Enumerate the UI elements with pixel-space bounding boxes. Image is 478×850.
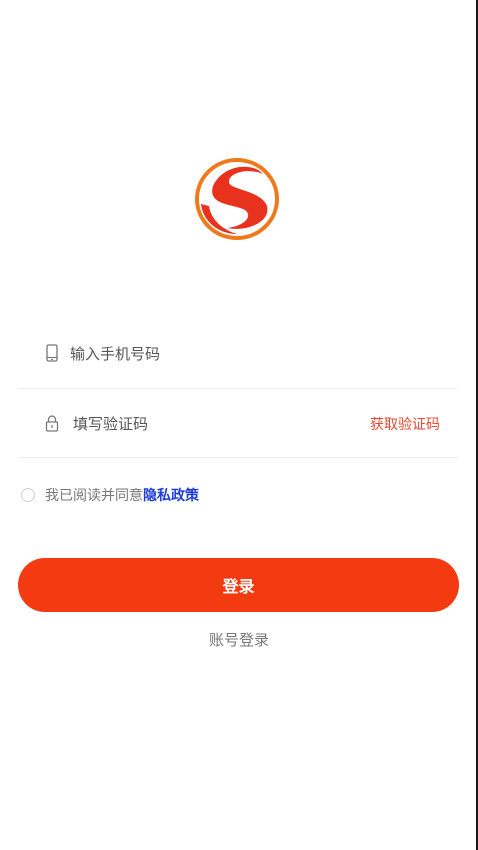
phone-input[interactable] (70, 340, 340, 368)
verification-code-input[interactable] (73, 410, 333, 438)
account-login-link[interactable]: 账号登录 (0, 629, 478, 650)
agreement-row: 我已阅读并同意 隐私政策 (21, 483, 199, 507)
divider (18, 388, 459, 389)
brand-s-logo-icon (193, 156, 281, 242)
get-code-button[interactable]: 获取验证码 (370, 414, 440, 434)
agree-checkbox[interactable] (21, 488, 35, 502)
lock-icon (45, 414, 59, 432)
login-button[interactable]: 登录 (18, 558, 459, 612)
agreement-text: 我已阅读并同意 (45, 488, 143, 504)
verification-code-field: 获取验证码 (18, 390, 459, 458)
phone-icon (45, 344, 59, 362)
privacy-policy-link[interactable]: 隐私政策 (143, 485, 199, 505)
phone-field (18, 320, 459, 388)
divider (18, 457, 459, 458)
